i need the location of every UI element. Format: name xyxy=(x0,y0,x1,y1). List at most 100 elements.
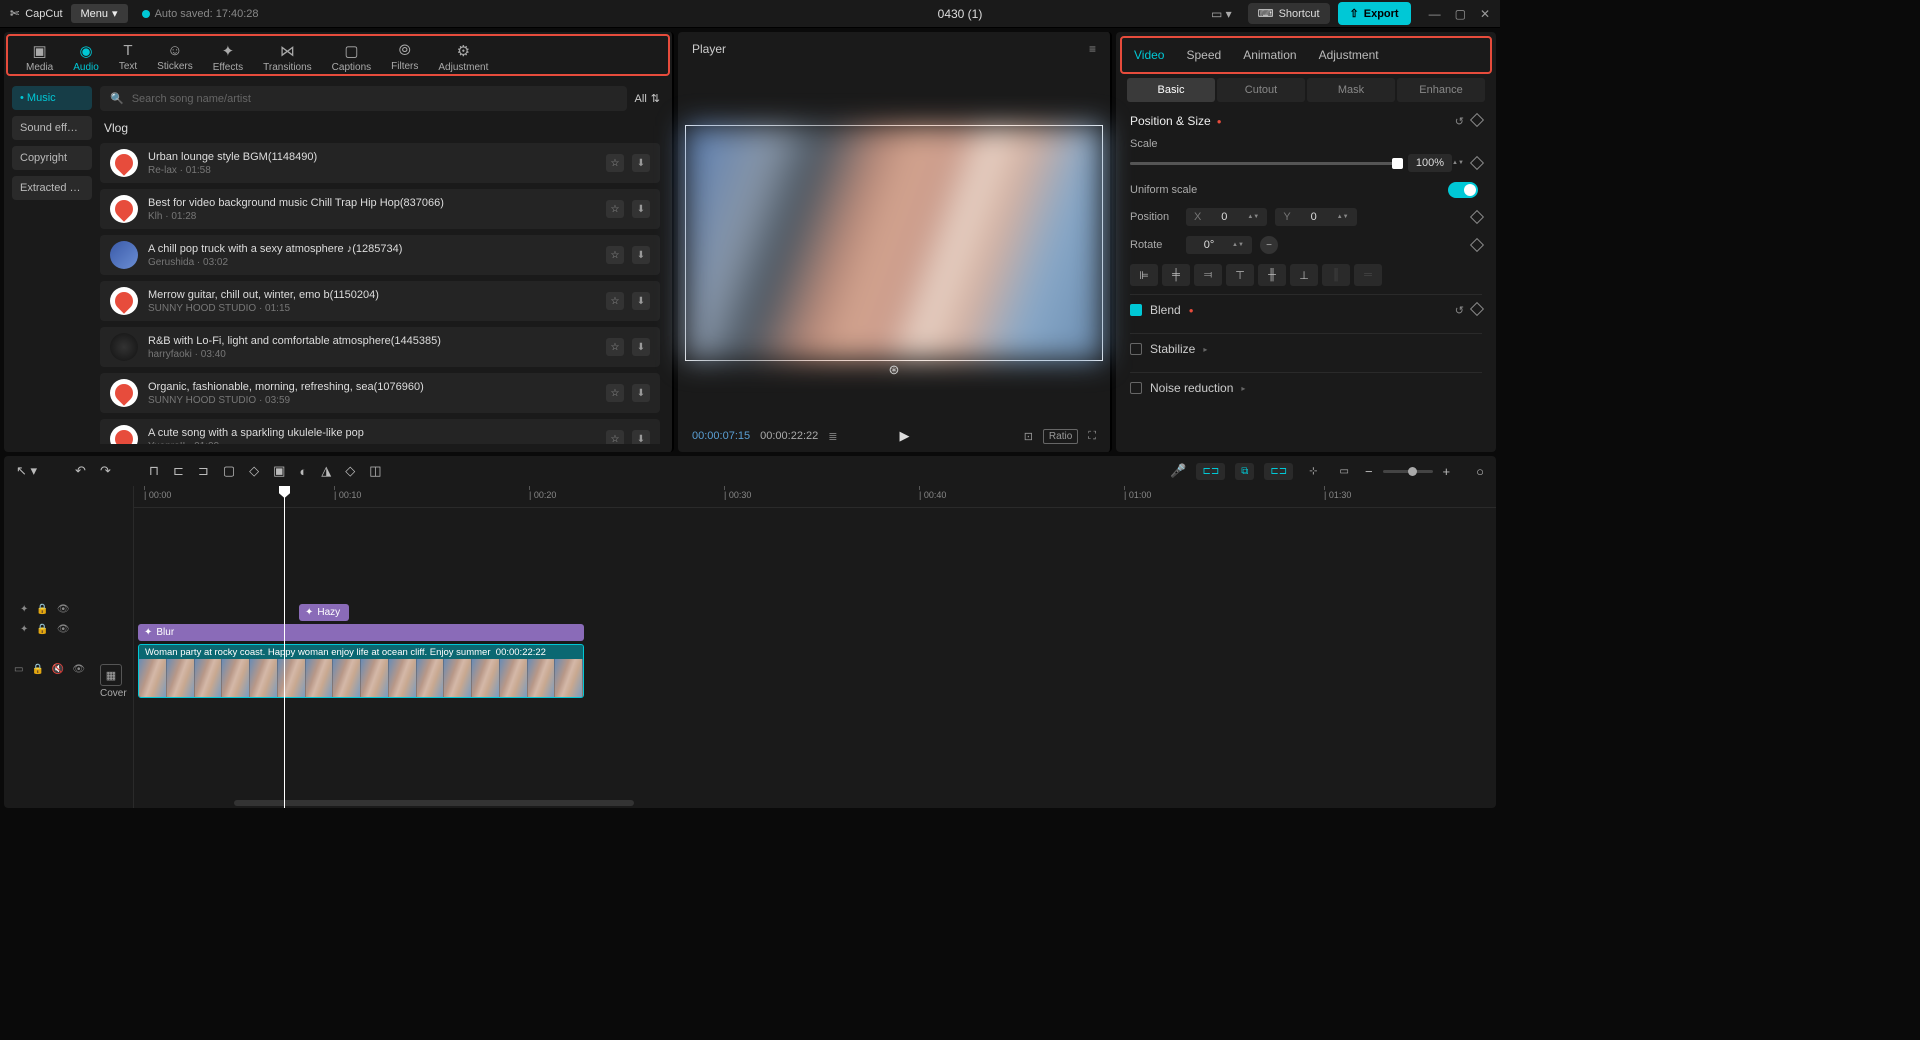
reset-icon[interactable]: ↺ xyxy=(1455,115,1464,128)
resource-tab-adjustment[interactable]: ⚙Adjustment xyxy=(428,40,498,75)
rotate-tool[interactable]: ◇ xyxy=(345,463,355,479)
link-button[interactable]: ⊏⊐ xyxy=(1264,463,1293,480)
song-item[interactable]: Merrow guitar, chill out, winter, emo b(… xyxy=(100,281,660,321)
uniform-scale-toggle[interactable] xyxy=(1448,182,1478,198)
redo-button[interactable]: ↷ xyxy=(100,463,111,479)
scan-icon[interactable]: ⊡ xyxy=(1024,430,1033,443)
resource-tab-captions[interactable]: ▢Captions xyxy=(322,40,381,75)
search-input[interactable]: 🔍 Search song name/artist xyxy=(100,86,627,111)
song-item[interactable]: R&B with Lo-Fi, light and comfortable at… xyxy=(100,327,660,367)
inspector-subtab-mask[interactable]: Mask xyxy=(1307,78,1395,102)
inspector-tab-speed[interactable]: Speed xyxy=(1184,44,1223,66)
song-item[interactable]: A cute song with a sparkling ukulele-lik… xyxy=(100,419,660,444)
align-right[interactable]: ⫤ xyxy=(1194,264,1222,286)
crop-tool[interactable]: ◇ xyxy=(249,463,259,479)
video-icon[interactable]: ▭ xyxy=(14,664,23,675)
distribute-v[interactable]: ═ xyxy=(1354,264,1382,286)
menu-button[interactable]: Menu ▾ xyxy=(71,4,128,23)
blend-checkbox[interactable] xyxy=(1130,304,1142,316)
zoom-fit[interactable]: ○ xyxy=(1476,464,1484,479)
ratio-button[interactable]: Ratio xyxy=(1043,429,1078,444)
resource-tab-stickers[interactable]: ☺Stickers xyxy=(147,40,203,74)
song-item[interactable]: Organic, fashionable, morning, refreshin… xyxy=(100,373,660,413)
song-item[interactable]: A chill pop truck with a sexy atmosphere… xyxy=(100,235,660,275)
rotate-reset[interactable]: − xyxy=(1260,236,1278,254)
keyframe-icon[interactable] xyxy=(1470,112,1484,126)
track-button[interactable]: ▭ xyxy=(1334,463,1355,480)
effect-icon[interactable]: ✦ xyxy=(20,624,28,635)
download-button[interactable]: ⬇ xyxy=(632,154,650,172)
lock-icon[interactable]: 🔒 xyxy=(36,624,48,635)
resource-tab-transitions[interactable]: ⋈Transitions xyxy=(253,40,322,75)
horizontal-scrollbar[interactable] xyxy=(234,800,634,806)
favorite-button[interactable]: ☆ xyxy=(606,338,624,356)
cover-button[interactable]: ▦ Cover xyxy=(100,664,127,699)
export-button[interactable]: ⇧ Export xyxy=(1338,2,1411,25)
zoom-out[interactable]: − xyxy=(1365,464,1373,479)
timeline-ruler[interactable]: | 00:00| 00:10| 00:20| 00:30| 00:40| 01:… xyxy=(134,486,1496,508)
noise-checkbox[interactable] xyxy=(1130,382,1142,394)
inspector-subtab-cutout[interactable]: Cutout xyxy=(1217,78,1305,102)
position-y-input[interactable]: Y 0 ▲▼ xyxy=(1275,208,1356,226)
split-right[interactable]: ⊐ xyxy=(198,463,209,479)
clip-video[interactable]: Woman party at rocky coast. Happy woman … xyxy=(138,644,584,698)
resource-tab-text[interactable]: TText xyxy=(109,40,147,74)
zoom-in[interactable]: + xyxy=(1443,464,1451,479)
layout-button[interactable]: ▭ ▾ xyxy=(1203,3,1240,25)
inspector-tab-video[interactable]: Video xyxy=(1132,44,1166,66)
rotate-input[interactable]: 0° ▲▼ xyxy=(1186,236,1252,254)
favorite-button[interactable]: ☆ xyxy=(606,246,624,264)
resource-tab-audio[interactable]: ◉Audio xyxy=(63,40,109,75)
playhead[interactable] xyxy=(284,486,285,808)
favorite-button[interactable]: ☆ xyxy=(606,430,624,444)
shortcut-button[interactable]: ⌨ Shortcut xyxy=(1248,3,1330,24)
download-button[interactable]: ⬇ xyxy=(632,200,650,218)
rotate-keyframe[interactable] xyxy=(1470,238,1484,252)
favorite-button[interactable]: ☆ xyxy=(606,154,624,172)
resource-tab-media[interactable]: ▣Media xyxy=(16,40,63,75)
scale-keyframe[interactable] xyxy=(1470,156,1484,170)
sidebar-item-music[interactable]: Music xyxy=(12,86,92,110)
mirror-tool[interactable]: ◮ xyxy=(321,463,331,479)
filter-all-button[interactable]: All ⇅ xyxy=(635,92,660,105)
split-tool[interactable]: ⊓ xyxy=(149,463,159,479)
keyframe-icon[interactable] xyxy=(1470,301,1484,315)
position-keyframe[interactable] xyxy=(1470,210,1484,224)
align-bottom[interactable]: ⊥ xyxy=(1290,264,1318,286)
distribute-h[interactable]: ║ xyxy=(1322,264,1350,286)
eye-icon[interactable]: 👁 xyxy=(72,664,85,675)
snap-button[interactable]: ⊏⊐ xyxy=(1196,463,1225,480)
download-button[interactable]: ⬇ xyxy=(632,338,650,356)
sidebar-item-copyright[interactable]: Copyright xyxy=(12,146,92,170)
video-preview[interactable]: ⊛ xyxy=(685,125,1103,361)
play-button[interactable]: ▶ xyxy=(900,428,910,444)
zoom-slider[interactable] xyxy=(1383,470,1433,473)
download-button[interactable]: ⬇ xyxy=(632,246,650,264)
crop2-tool[interactable]: ◫ xyxy=(369,463,381,479)
lock-icon[interactable]: 🔒 xyxy=(31,664,43,675)
player-menu-icon[interactable]: ≡ xyxy=(1089,42,1096,56)
undo-button[interactable]: ↶ xyxy=(75,463,86,479)
delete-tool[interactable]: ▢ xyxy=(223,463,235,479)
inspector-subtab-basic[interactable]: Basic xyxy=(1127,78,1215,102)
magnet-button[interactable]: ⧉ xyxy=(1235,463,1254,480)
close-button[interactable]: ✕ xyxy=(1480,7,1490,21)
scale-stepper[interactable]: ▲▼ xyxy=(1452,160,1464,166)
fullscreen-icon[interactable]: ⛶ xyxy=(1088,430,1096,443)
download-button[interactable]: ⬇ xyxy=(632,384,650,402)
lock-icon[interactable]: 🔒 xyxy=(36,604,48,615)
align-top[interactable]: ⊤ xyxy=(1226,264,1254,286)
download-button[interactable]: ⬇ xyxy=(632,292,650,310)
download-button[interactable]: ⬇ xyxy=(632,430,650,444)
clip-hazy[interactable]: ✦ Hazy xyxy=(299,604,349,621)
position-x-input[interactable]: X 0 ▲▼ xyxy=(1186,208,1267,226)
favorite-button[interactable]: ☆ xyxy=(606,384,624,402)
eye-icon[interactable]: 👁 xyxy=(57,604,70,615)
align-left[interactable]: ⊫ xyxy=(1130,264,1158,286)
resource-tab-effects[interactable]: ✦Effects xyxy=(203,40,253,75)
inspector-tab-animation[interactable]: Animation xyxy=(1241,44,1298,66)
stabilize-checkbox[interactable] xyxy=(1130,343,1142,355)
inspector-subtab-enhance[interactable]: Enhance xyxy=(1397,78,1485,102)
clip-blur[interactable]: ✦ Blur xyxy=(138,624,584,641)
split-left[interactable]: ⊏ xyxy=(173,463,184,479)
